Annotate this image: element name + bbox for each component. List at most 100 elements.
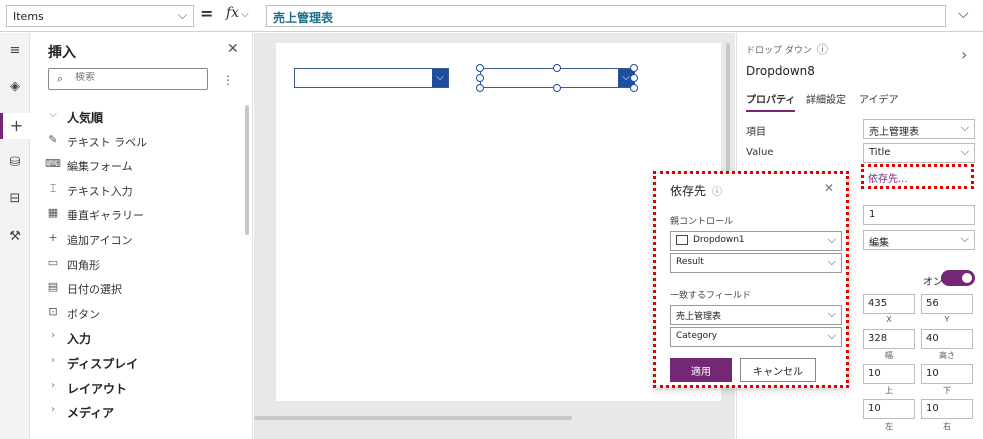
tab-properties[interactable]: プロパティ — [746, 91, 796, 112]
padding-right-input[interactable]: 10 — [921, 399, 973, 419]
more-options-icon[interactable]: ⋮ — [222, 73, 234, 87]
dropdown-control[interactable]: ⌵ — [294, 68, 449, 88]
insert-item[interactable]: + 追加アイコン — [45, 228, 241, 252]
height-input[interactable]: 40 — [921, 329, 973, 349]
insert-item-label: 四角形 — [67, 258, 100, 272]
padding-top-caption: 上 — [885, 386, 893, 395]
value-select[interactable]: Title ⌵ — [863, 143, 975, 163]
tab-advanced[interactable]: 詳細設定 — [806, 91, 846, 110]
formula-input[interactable]: 売上管理表 — [266, 5, 946, 27]
insert-category[interactable]: › ディスプレイ — [45, 351, 241, 375]
insert-item-label: メディア — [67, 406, 115, 421]
canvas-horizontal-scrollbar[interactable] — [254, 416, 572, 420]
matching-field-value: Category — [676, 331, 718, 341]
insert-item-label: 人気順 — [67, 111, 104, 125]
close-icon[interactable]: ✕ — [227, 41, 239, 57]
search-input[interactable] — [75, 72, 195, 83]
text-input-icon: ⌶ — [49, 181, 57, 195]
search-box[interactable]: ⌕ — [48, 68, 208, 90]
insert-icon[interactable]: + — [0, 113, 30, 139]
close-icon[interactable]: ✕ — [824, 181, 834, 195]
padding-bottom-input[interactable]: 10 — [921, 364, 973, 384]
insert-item[interactable]: ▦ 垂直ギャラリー — [45, 203, 241, 227]
toggle-knob — [962, 273, 972, 283]
x-input[interactable]: 435 — [863, 294, 915, 314]
items-label: 項目 — [746, 127, 766, 138]
resize-handle[interactable] — [553, 64, 561, 72]
cancel-button[interactable]: キャンセル — [740, 358, 816, 382]
mode-select[interactable]: 編集 ⌵ — [863, 230, 975, 250]
tab-ideas[interactable]: アイデア — [859, 91, 899, 110]
dialog-title: 依存先 — [670, 184, 707, 198]
search-icon: ⌕ — [57, 72, 64, 85]
padding-left-value: 10 — [868, 403, 881, 414]
chevron-down-icon: ⌵ — [827, 329, 836, 342]
resize-handle[interactable] — [476, 64, 484, 72]
chevron-right-icon[interactable]: › — [961, 45, 967, 64]
default-input[interactable]: 1 — [863, 205, 975, 225]
matching-field-select[interactable]: Category ⌵ — [670, 327, 842, 347]
chevron-down-icon: ⌵ — [960, 145, 969, 158]
resize-handle[interactable] — [476, 84, 484, 92]
label-icon: ✎ — [48, 132, 58, 146]
insert-item-label: 編集フォーム — [67, 160, 133, 174]
x-caption: X — [886, 315, 892, 324]
chevron-down-icon: ⌵ — [960, 232, 969, 245]
tools-icon[interactable]: ⚒ — [0, 229, 30, 244]
data-icon[interactable]: ⛁ — [0, 155, 30, 170]
resize-handle[interactable] — [476, 74, 484, 82]
visible-toggle[interactable] — [941, 270, 975, 286]
rectangle-icon: ▭ — [47, 255, 59, 269]
chevron-right-icon: › — [51, 404, 55, 416]
insert-item[interactable]: ▭ 四角形 — [45, 253, 241, 277]
property-selector-value: Items — [13, 10, 44, 23]
items-select[interactable]: 売上管理表 ⌵ — [863, 119, 975, 139]
width-value: 328 — [868, 333, 888, 344]
insert-category[interactable]: › メディア — [45, 400, 241, 424]
parent-control-select[interactable]: Dropdown1 ⌵ — [670, 231, 842, 251]
y-input[interactable]: 56 — [921, 294, 973, 314]
resize-handle[interactable] — [630, 64, 638, 72]
media-icon[interactable]: ⊟ — [0, 191, 30, 206]
padding-left-input[interactable]: 10 — [863, 399, 915, 419]
insert-item-label: ボタン — [67, 307, 100, 321]
parent-field-select[interactable]: Result ⌵ — [670, 253, 842, 273]
property-selector[interactable]: Items ⌵ — [6, 5, 194, 27]
insert-item-label: レイアウト — [67, 381, 128, 396]
insert-category[interactable]: › レイアウト — [45, 376, 241, 400]
help-icon[interactable]: ⓘ — [817, 41, 828, 57]
insert-item[interactable]: ▤ 日付の選択 — [45, 277, 241, 301]
depends-on-highlight: 依存先... — [861, 164, 974, 189]
insert-category[interactable]: › 入力 — [45, 326, 241, 350]
insert-item[interactable]: ⊡ ボタン — [45, 302, 241, 326]
control-type: ドロップ ダウン — [746, 46, 812, 56]
layers-icon[interactable]: ◈ — [0, 79, 30, 94]
insert-item[interactable]: ✎ テキスト ラベル — [45, 130, 241, 154]
insert-item[interactable]: ⌶ テキスト入力 — [45, 179, 241, 203]
insert-item[interactable]: ⌨ 編集フォーム — [45, 154, 241, 178]
chevron-down-icon: ⌵ — [241, 9, 249, 20]
matching-table-select[interactable]: 売上管理表 ⌵ — [670, 305, 842, 325]
width-input[interactable]: 328 — [863, 329, 915, 349]
info-icon[interactable]: ⓘ — [712, 183, 722, 198]
insert-category[interactable]: ⌵ 人気順 — [45, 105, 241, 129]
insert-panel: 挿入 ✕ ⌕ ⋮ ⌵ 人気順 ✎ テキスト ラベル ⌨ 編集フォーム ⌶ テキスト入力 ▦ 垂直ギ… — [31, 33, 253, 439]
y-value: 56 — [926, 298, 939, 309]
menu-icon[interactable]: ≡ — [0, 43, 30, 58]
equals-sign: = — [200, 4, 214, 23]
apply-button[interactable]: 適用 — [670, 358, 732, 382]
fx-button[interactable]: fx ⌵ — [226, 5, 264, 27]
resize-handle[interactable] — [630, 74, 638, 82]
expand-formula-icon[interactable]: ⌵ — [958, 6, 969, 22]
formula-bar: Items ⌵ = fx ⌵ 売上管理表 ⌵ — [0, 0, 983, 32]
resize-handle[interactable] — [630, 84, 638, 92]
value-value: Title — [869, 147, 891, 158]
resize-handle[interactable] — [553, 84, 561, 92]
panel-title: 挿入 — [48, 45, 76, 61]
height-caption: 高さ — [939, 351, 955, 360]
padding-left-caption: 左 — [885, 422, 893, 431]
depends-on-link[interactable]: 依存先... — [868, 170, 908, 185]
scrollbar[interactable] — [245, 105, 249, 235]
padding-top-input[interactable]: 10 — [863, 364, 915, 384]
parent-control-label: 親コントロール — [670, 217, 734, 227]
